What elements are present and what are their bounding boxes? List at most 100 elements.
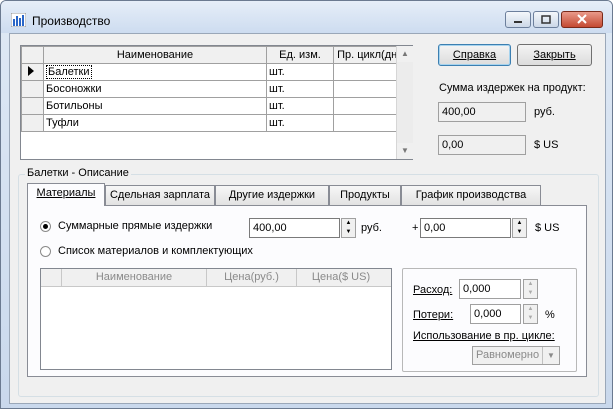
table-row[interactable]: Босоножки шт. 0 (21, 80, 408, 98)
scroll-up-icon[interactable]: ▲ (397, 46, 413, 62)
cell-name[interactable]: Балетки (43, 63, 267, 81)
cell-unit[interactable]: шт. (266, 80, 334, 98)
spin-down-icon[interactable]: ▼ (524, 289, 537, 298)
close-icon (577, 14, 587, 24)
materials-header-price-rub[interactable]: Цена(руб.) (207, 271, 296, 283)
maximize-button[interactable] (533, 11, 559, 28)
cost-usd-field: 0,00 (438, 135, 526, 155)
consumption-input[interactable]: 0,000 (459, 279, 521, 299)
total-usd-input[interactable]: 0,00 (420, 218, 511, 238)
cell-unit[interactable]: шт. (266, 114, 334, 132)
row-indicator-header (21, 46, 44, 64)
radio-materials-list-label: Список материалов и комплектующих (58, 245, 253, 257)
total-usd-unit: $ US (535, 222, 560, 234)
description-group-title: Балетки - Описание (25, 167, 131, 179)
plus-sign: + (412, 222, 419, 234)
materials-indicator-header (41, 269, 62, 286)
scroll-down-icon[interactable]: ▼ (397, 143, 413, 159)
tab-other-costs[interactable]: Другие издержки (215, 185, 329, 205)
app-icon (11, 13, 26, 27)
close-window-button[interactable] (561, 11, 603, 28)
consumption-spinner[interactable]: ▲ ▼ (523, 279, 538, 299)
maximize-icon (541, 15, 551, 24)
cell-name[interactable]: Ботильоны (43, 97, 267, 115)
row-indicator (21, 80, 44, 98)
radio-total-costs[interactable] (40, 221, 51, 232)
row-indicator (21, 97, 44, 115)
losses-input[interactable]: 0,000 (470, 304, 521, 324)
total-rub-unit: руб. (361, 222, 382, 234)
tab-products[interactable]: Продукты (329, 185, 401, 205)
spin-up-icon[interactable]: ▲ (524, 280, 537, 289)
client-area: Наименование Ед. изм. Пр. цикл(дн.) Бале… (9, 33, 606, 404)
materials-header-row: Наименование Цена(руб.) Цена($ US) (41, 269, 391, 287)
cell-unit[interactable]: шт. (266, 63, 334, 81)
spin-up-icon[interactable]: ▲ (513, 219, 526, 228)
grid-header-row: Наименование Ед. изм. Пр. цикл(дн.) (21, 46, 408, 64)
total-rub-input[interactable]: 400,00 (249, 218, 340, 238)
losses-unit: % (545, 309, 555, 321)
spin-down-icon[interactable]: ▼ (513, 228, 526, 237)
row-pointer-icon (28, 65, 34, 76)
materials-list[interactable]: Наименование Цена(руб.) Цена($ US) (40, 268, 392, 370)
total-rub-spinner[interactable]: ▲ ▼ (341, 218, 356, 238)
usage-select-value: Равномерно (476, 349, 540, 361)
spin-up-icon[interactable]: ▲ (342, 219, 355, 228)
table-row[interactable]: Ботильоны шт. 0 (21, 97, 408, 115)
cost-rub-field: 400,00 (438, 102, 526, 122)
description-tabs: Материалы Сдельная зарплата Другие издер… (27, 183, 587, 385)
total-usd-spinner[interactable]: ▲ ▼ (512, 218, 527, 238)
radio-materials-list[interactable] (40, 246, 51, 257)
window-title: Производство (32, 14, 111, 28)
material-details-box: Расход: 0,000 ▲ ▼ Потери: 0,000 ▲ ▼ % Ис… (402, 268, 577, 372)
usage-label-text: Использование в пр. цикле: (413, 330, 555, 342)
cell-name-text: Балетки (46, 65, 92, 79)
usage-select[interactable]: Равномерно ▼ (472, 346, 560, 365)
tab-piecework-wages[interactable]: Сдельная зарплата (105, 185, 215, 205)
close-button-label: Закрыть (533, 49, 576, 61)
materials-header-name[interactable]: Наименование (62, 271, 206, 283)
help-button[interactable]: Справка (438, 44, 511, 66)
tab-piecework-wages-label: Сдельная зарплата (109, 189, 211, 201)
losses-spinner[interactable]: ▲ ▼ (523, 304, 538, 324)
tab-products-label: Продукты (340, 189, 390, 201)
products-table: Наименование Ед. изм. Пр. цикл(дн.) Бале… (21, 46, 408, 132)
row-indicator (21, 114, 44, 132)
usage-label: Использование в пр. цикле: (413, 330, 555, 342)
spin-down-icon[interactable]: ▼ (524, 314, 537, 323)
current-row-indicator (21, 63, 44, 81)
tab-materials[interactable]: Материалы (27, 183, 105, 206)
close-button[interactable]: Закрыть (517, 44, 592, 66)
spin-down-icon[interactable]: ▼ (342, 228, 355, 237)
losses-label-text: Потери: (413, 309, 454, 321)
column-header-name[interactable]: Наименование (43, 46, 267, 64)
radio-total-costs-label: Суммарные прямые издержки (58, 220, 213, 232)
losses-label: Потери: (413, 309, 453, 321)
tab-other-costs-label: Другие издержки (228, 189, 316, 201)
cost-summary-label: Сумма издержек на продукт: (439, 82, 586, 94)
cell-name[interactable]: Туфли (43, 114, 267, 132)
consumption-label: Расход: (413, 284, 452, 296)
cell-name[interactable]: Босоножки (43, 80, 267, 98)
chevron-down-icon[interactable]: ▼ (542, 347, 559, 364)
cost-rub-unit: руб. (534, 106, 555, 118)
title-bar[interactable]: Производство (1, 1, 612, 33)
materials-panel: Суммарные прямые издержки 400,00 ▲ ▼ руб… (27, 205, 587, 377)
tab-production-schedule-label: График производства (415, 189, 527, 201)
production-window: Производство Наименование Ед. изм. Пр. ц… (0, 0, 613, 409)
tab-materials-label: Материалы (36, 187, 96, 199)
minimize-icon (514, 21, 522, 23)
table-row[interactable]: Туфли шт. 0 (21, 114, 408, 132)
grid-vertical-scrollbar[interactable]: ▲ ▼ (396, 46, 413, 159)
column-header-unit[interactable]: Ед. изм. (266, 46, 334, 64)
minimize-button[interactable] (505, 11, 531, 28)
consumption-label-text: Расход: (413, 284, 453, 296)
tab-production-schedule[interactable]: График производства (401, 185, 541, 205)
help-button-label: Справка (452, 49, 497, 61)
spin-up-icon[interactable]: ▲ (524, 305, 537, 314)
materials-header-price-usd[interactable]: Цена($ US) (297, 271, 385, 283)
cost-usd-unit: $ US (534, 139, 559, 151)
table-row[interactable]: Балетки шт. 0 (21, 63, 408, 81)
cell-unit[interactable]: шт. (266, 97, 334, 115)
products-grid[interactable]: Наименование Ед. изм. Пр. цикл(дн.) Бале… (20, 45, 413, 160)
